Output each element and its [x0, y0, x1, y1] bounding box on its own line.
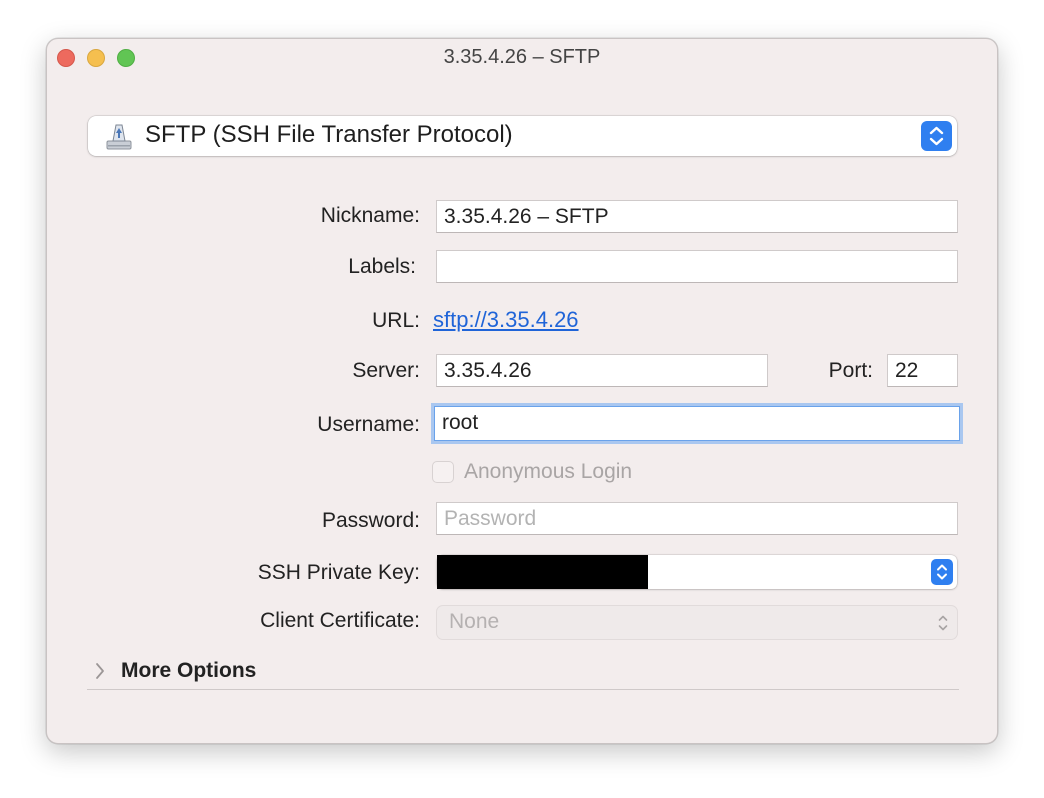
- username-field[interactable]: root: [434, 406, 960, 441]
- server-label: Server:: [352, 359, 420, 382]
- client-certificate-value: None: [449, 610, 500, 633]
- title-bar: 3.35.4.26 – SFTP: [47, 39, 997, 77]
- ssh-private-key-dropdown[interactable]: [437, 555, 957, 589]
- ssh-private-key-label: SSH Private Key:: [257, 561, 420, 584]
- server-field[interactable]: 3.35.4.26: [436, 354, 768, 387]
- nickname-label: Nickname:: [320, 204, 420, 227]
- up-down-chevron-icon: [938, 615, 948, 631]
- port-label: Port:: [828, 359, 873, 382]
- redacted-key-value: [437, 555, 648, 589]
- labels-label: Labels:: [348, 255, 416, 278]
- protocol-label: SFTP (SSH File Transfer Protocol): [145, 121, 513, 148]
- port-field[interactable]: 22: [887, 354, 958, 387]
- anonymous-login-label: Anonymous Login: [464, 460, 633, 483]
- window-title: 3.35.4.26 – SFTP: [443, 46, 601, 68]
- url-link[interactable]: sftp://3.35.4.26: [433, 307, 579, 333]
- chevron-right-icon: [96, 663, 104, 679]
- password-field[interactable]: Password: [436, 502, 958, 535]
- network-disk-icon: [106, 124, 132, 150]
- client-certificate-label: Client Certificate:: [260, 609, 420, 632]
- protocol-dropdown[interactable]: SFTP (SSH File Transfer Protocol): [88, 116, 957, 156]
- up-down-chevron-icon: [929, 126, 944, 146]
- protocol-stepper[interactable]: [921, 121, 952, 151]
- url-label: URL:: [372, 309, 420, 332]
- password-label: Password:: [321, 509, 420, 532]
- anonymous-login-checkbox[interactable]: [432, 461, 454, 483]
- labels-field[interactable]: [436, 250, 958, 283]
- more-options-label: More Options: [121, 659, 257, 682]
- ssh-key-stepper[interactable]: [931, 559, 953, 585]
- nickname-field[interactable]: 3.35.4.26 – SFTP: [436, 200, 958, 233]
- up-down-chevron-icon: [937, 564, 947, 580]
- more-options-disclosure[interactable]: More Options: [87, 656, 959, 690]
- username-label: Username:: [317, 413, 420, 436]
- client-certificate-dropdown[interactable]: None: [437, 606, 957, 639]
- connection-window: 3.35.4.26 – SFTP SFTP (SSH File Transfer…: [46, 38, 998, 744]
